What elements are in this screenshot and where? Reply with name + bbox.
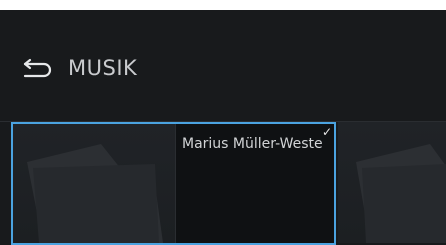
check-icon: ✓ (321, 125, 332, 139)
tile-row: Marius Müller-Weste ✓ (0, 122, 446, 245)
folder-icon (13, 124, 175, 243)
header-bar: MUSIK (0, 10, 446, 121)
back-button[interactable]: MUSIK (22, 53, 137, 83)
tile-artwork (13, 124, 175, 243)
page-title: MUSIK (68, 56, 138, 80)
tile-info-panel: Marius Müller-Weste (175, 124, 334, 243)
folder-tile-selected[interactable]: Marius Müller-Weste ✓ (11, 122, 336, 245)
tile-label: Marius Müller-Weste (182, 136, 323, 152)
folder-tile[interactable] (338, 122, 446, 243)
back-arrow-icon (22, 55, 56, 81)
folder-icon (338, 122, 446, 243)
top-strip (0, 0, 446, 10)
music-browser-screen: MUSIK Marius Müller-Weste ✓ (0, 0, 446, 245)
